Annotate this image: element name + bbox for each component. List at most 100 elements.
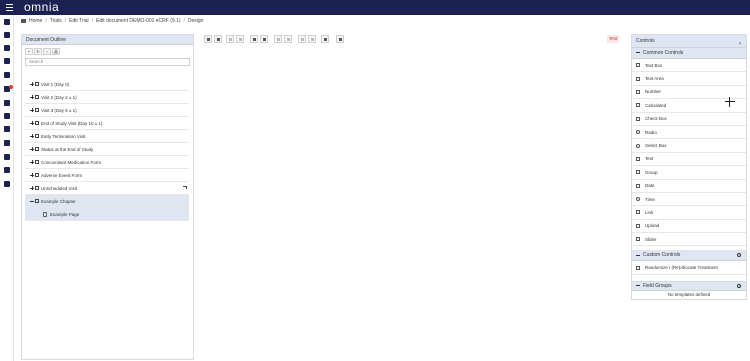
cut-icon[interactable] <box>226 35 234 43</box>
sitemap-icon[interactable] <box>4 58 10 64</box>
collapse-icon[interactable] <box>636 52 640 54</box>
checkbox-icon <box>35 186 39 190</box>
controls-header[interactable]: Controls › <box>632 35 746 48</box>
expand-icon[interactable] <box>30 147 34 151</box>
expand-icon[interactable] <box>30 95 34 99</box>
editor-toolbar <box>203 34 623 44</box>
control-text[interactable]: Text <box>632 153 746 167</box>
undo-icon[interactable] <box>274 35 282 43</box>
control-randomize[interactable]: Randomize / (Re)Allocate Treatment <box>632 261 746 275</box>
custom-controls-header[interactable]: Custom Controls <box>632 250 746 262</box>
control-link[interactable]: Link <box>632 206 746 220</box>
search-icon[interactable] <box>737 253 741 258</box>
control-date[interactable]: Date <box>632 180 746 193</box>
outline-search-input[interactable]: Search <box>25 58 190 66</box>
control-label: Group <box>645 169 658 175</box>
checkbox-icon <box>35 82 39 86</box>
refresh-icon[interactable]: ↻ <box>34 48 42 55</box>
outline-item[interactable]: Unscheduled Visit <box>25 182 189 195</box>
outline-child-item[interactable]: Example Page <box>25 208 189 221</box>
breadcrumb-separator: / <box>64 17 67 24</box>
menu-icon[interactable] <box>6 4 13 11</box>
paste-special-icon[interactable] <box>260 35 268 43</box>
grid-icon[interactable] <box>4 100 10 106</box>
outline-item-label: Adverse Event Form <box>41 172 83 178</box>
design-canvas[interactable] <box>203 47 623 360</box>
outline-item[interactable]: Status at the End of Study <box>25 143 189 156</box>
expand-icon[interactable] <box>30 108 34 112</box>
field-groups-title: Field Groups <box>643 283 672 289</box>
list-icon[interactable] <box>4 113 10 119</box>
settings-icon[interactable] <box>4 19 10 25</box>
zoom-out-icon[interactable] <box>308 35 316 43</box>
collapse-icon[interactable] <box>636 285 640 287</box>
home-icon[interactable] <box>204 35 212 43</box>
breadcrumb-edit-document[interactable]: Edit document DEMO-001 eCRF (9.1) <box>96 18 180 24</box>
control-select-box[interactable]: Select Box <box>632 139 746 153</box>
expand-icon[interactable] <box>30 82 34 86</box>
save-icon[interactable] <box>214 35 222 43</box>
archive-icon[interactable] <box>4 167 10 173</box>
app-logo[interactable]: omnia <box>24 0 59 15</box>
control-label: Text Area <box>645 76 664 82</box>
tree-icon[interactable]: ⁂ <box>52 48 60 55</box>
common-controls-header[interactable]: Common Controls <box>632 48 746 59</box>
control-upload[interactable]: Upload <box>632 220 746 234</box>
breadcrumb-home[interactable]: Home <box>29 18 42 24</box>
outline-item[interactable]: Visit 1 (Day 0) <box>25 78 189 91</box>
control-text-area[interactable]: Text Area <box>632 72 746 86</box>
control-check-box[interactable]: Check Box <box>632 113 746 126</box>
preview-icon[interactable] <box>321 35 329 43</box>
breadcrumb-separator: / <box>45 17 47 24</box>
control-label: Select Box <box>645 143 667 149</box>
image-icon[interactable] <box>4 45 10 51</box>
outline-item[interactable]: End of Study Visit (Day 10 ± 1) <box>25 117 189 130</box>
home-icon <box>21 18 26 23</box>
control-label: Text Box <box>645 62 663 68</box>
truck-icon[interactable] <box>4 181 10 187</box>
common-controls-title: Common Controls <box>643 50 684 56</box>
outline-item-selected[interactable]: Example Chapter <box>25 195 189 208</box>
collapse-icon[interactable] <box>30 199 34 203</box>
field-groups-header[interactable]: Field Groups <box>632 282 746 291</box>
control-slider[interactable]: Slider <box>632 233 746 247</box>
control-label: Time <box>645 196 655 202</box>
outline-item[interactable]: Early Termination Visit <box>25 130 189 143</box>
redo-icon[interactable] <box>284 35 292 43</box>
shuffle-icon[interactable] <box>4 140 10 146</box>
breadcrumb-edit-trial[interactable]: Edit Trial <box>69 18 88 24</box>
outline-item[interactable]: Adverse Event Form <box>25 169 189 182</box>
document-icon[interactable] <box>4 32 10 38</box>
download-icon[interactable] <box>4 154 10 160</box>
upload-icon <box>636 223 640 228</box>
window-icon[interactable] <box>4 72 10 78</box>
add-icon[interactable]: + <box>25 48 33 55</box>
expand-icon[interactable] <box>30 186 34 190</box>
calculator-icon <box>636 103 640 108</box>
outline-item[interactable]: Concomitant Medication Form <box>25 156 189 169</box>
outline-item[interactable]: Visit 2 (Day 2 ± 1) <box>25 91 189 104</box>
zoom-in-icon[interactable] <box>298 35 306 43</box>
control-text-box[interactable]: Text Box <box>632 59 746 73</box>
copy-icon[interactable] <box>236 35 244 43</box>
expand-icon[interactable] <box>30 121 34 125</box>
text-icon <box>636 156 640 161</box>
expand-icon[interactable] <box>30 173 34 177</box>
external-link-icon[interactable] <box>183 186 187 189</box>
refresh-icon[interactable] <box>336 35 344 43</box>
textbox-icon <box>636 63 640 68</box>
breadcrumb-design: Design <box>187 17 204 24</box>
expand-icon[interactable] <box>30 134 34 138</box>
collapse-icon[interactable]: ⇔ <box>43 48 51 55</box>
paste-icon[interactable] <box>250 35 258 43</box>
search-icon[interactable] <box>737 284 741 288</box>
breadcrumb-trials[interactable]: Trials <box>50 18 62 24</box>
top-bar: omnia <box>0 0 750 15</box>
control-time[interactable]: Time <box>632 193 746 207</box>
expand-icon[interactable] <box>30 160 34 164</box>
outline-item[interactable]: Visit 3 (Day 5 ± 1) <box>25 104 189 117</box>
collapse-icon[interactable] <box>636 254 640 256</box>
bar-chart-icon[interactable] <box>4 126 10 132</box>
control-radio[interactable]: Radio <box>632 126 746 140</box>
control-group[interactable]: Group <box>632 166 746 180</box>
